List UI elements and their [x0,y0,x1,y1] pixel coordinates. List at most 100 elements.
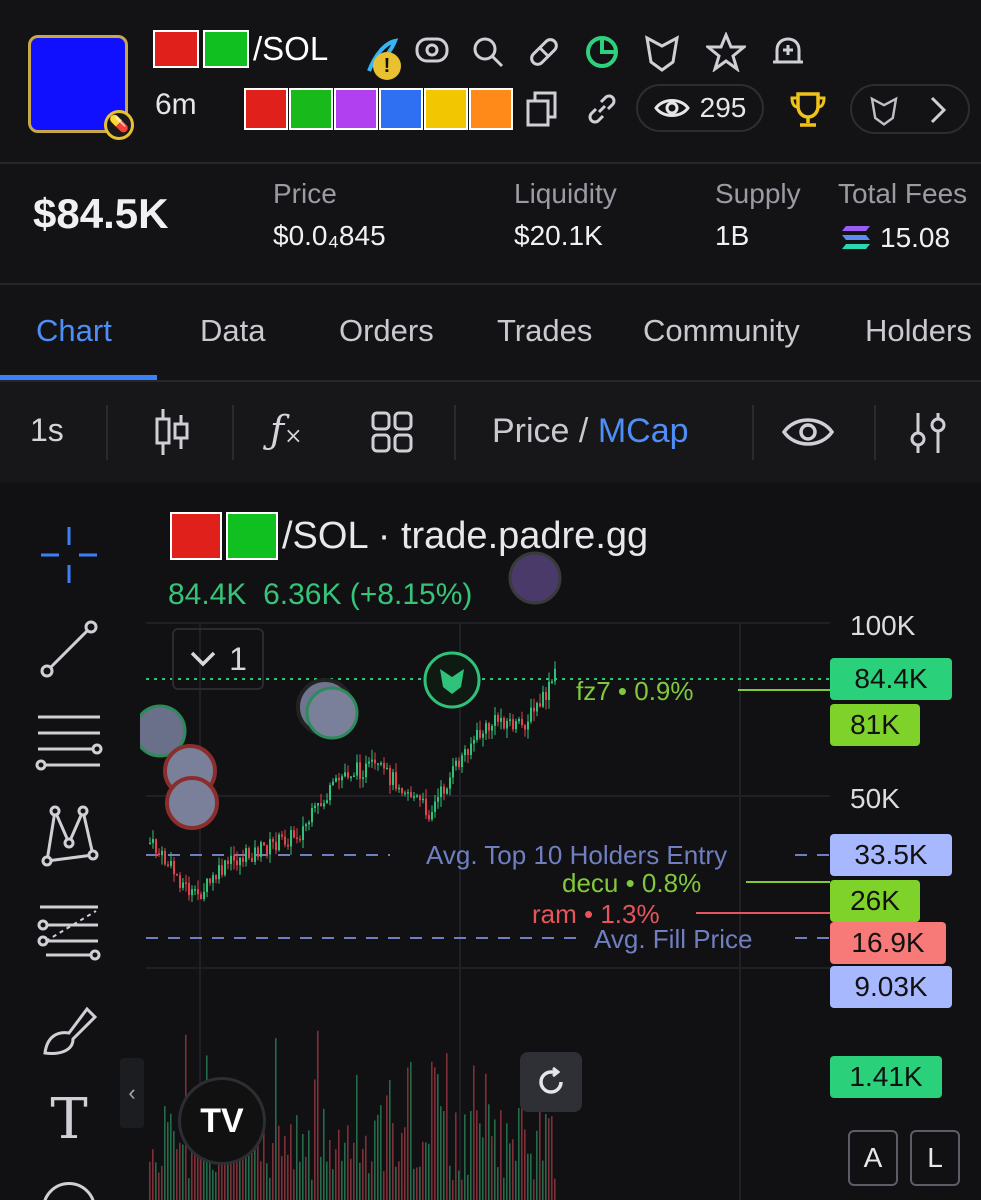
candle-body [269,839,271,855]
volume-bar [212,1169,214,1200]
log-scale-button[interactable]: L [910,1130,960,1186]
search-icon[interactable] [468,32,508,72]
tab-holders[interactable]: Holders [865,313,972,349]
candle-body [152,839,154,843]
volume-bar [389,1080,391,1200]
mcap-toggle[interactable]: MCap [598,412,689,450]
candle-body [497,714,499,722]
volume-bar [485,1073,487,1200]
auto-scale-button[interactable]: A [848,1130,898,1186]
volume-bar [161,1165,163,1200]
ohlc-readout: 84.4K 6.36K (+8.15%) [168,578,473,611]
candle-body [203,891,205,900]
watchers-pill[interactable]: 295 [636,84,764,132]
eye-icon [653,99,690,117]
palette-red [244,88,288,130]
volume-bar [200,1156,202,1200]
volume-bar [488,1104,490,1200]
candle-body [536,703,538,712]
star-icon[interactable] [704,30,748,74]
candle-body [413,796,415,798]
horizontal-lines-icon[interactable] [30,702,108,780]
pattern-tool-icon[interactable] [30,796,108,874]
volume-bar [158,1172,160,1200]
chart-title-text: /SOL · trade.padre.gg [282,514,649,557]
market-cap: $84.5K [33,190,169,237]
candle-body [407,792,409,794]
trophy-icon[interactable] [786,88,830,132]
settings-sliders-icon[interactable] [904,408,952,458]
candle-body [176,874,178,876]
eagle-icon[interactable] [640,30,684,74]
candle-body [488,723,490,731]
palette-strip [244,88,514,130]
candle-body [374,759,376,764]
text-tool-icon[interactable]: T [30,1080,108,1158]
candle-body [158,853,160,856]
candle-body [335,778,337,782]
candle-body [323,803,325,807]
candle-body [494,714,496,726]
candle-body [551,681,553,683]
price-value: $0.0₄845 [273,220,386,251]
candle-body [377,763,379,765]
candle-body [443,786,445,794]
candle-body [509,719,511,721]
candle-body [230,855,232,864]
volume-bar [323,1108,325,1200]
volume-bar [509,1143,511,1200]
pill-icon[interactable] [524,32,564,72]
pill-badge-icon: 💊 [104,110,134,140]
pie-chart-icon[interactable] [582,32,622,72]
candle-body [446,788,448,794]
volume-bar [530,1153,532,1200]
bell-plus-icon[interactable] [766,30,810,74]
fib-tool-icon[interactable] [30,890,108,968]
trend-line-icon[interactable] [30,610,108,688]
candle-body [434,801,436,812]
volume-bar [272,1143,274,1200]
price-mcap-toggle[interactable]: Price / MCap [492,412,689,451]
indicator-count: 1 [229,640,247,677]
palette-yellow [424,88,468,130]
chevron-right-icon[interactable] [924,92,952,128]
chart-title: /SOL · trade.padre.gg [170,512,648,560]
visibility-eye-icon[interactable] [780,410,836,454]
volume-bar [524,1129,526,1200]
title-color-green [226,512,278,560]
indicators-icon[interactable]: ƒ× [270,408,303,452]
tradingview-logo[interactable]: TV [178,1077,266,1165]
brush-icon[interactable] [30,990,108,1068]
volume-bar [149,1161,151,1200]
tab-data[interactable]: Data [200,313,265,349]
crosshair-icon[interactable] [30,516,108,594]
collapse-indicators-button[interactable]: 1 [172,628,264,690]
rank-pill[interactable] [850,84,970,134]
candles-icon[interactable] [148,406,196,458]
price-toggle[interactable]: Price [492,412,569,450]
candle-body [545,691,547,700]
interval-selector[interactable]: 1s [30,412,64,449]
candle-body [329,785,331,801]
copy-icon[interactable] [522,88,562,130]
candle-body [479,729,481,738]
tab-trades[interactable]: Trades [497,313,592,349]
volume-bar [380,1105,382,1200]
tab-orders[interactable]: Orders [339,313,434,349]
eagle-badge-icon [870,96,898,126]
reset-chart-button[interactable] [520,1052,582,1112]
chat-icon[interactable] [412,32,452,72]
tab-chart[interactable]: Chart [36,313,112,349]
candle-body [212,875,214,883]
candle-body [227,860,229,864]
candle-body [530,707,532,722]
volume-bar [455,1112,457,1200]
volume-bar [215,1171,217,1200]
palette-blue [379,88,423,130]
link-icon[interactable] [582,88,622,130]
tab-community[interactable]: Community [643,313,800,349]
layout-grid-icon[interactable] [370,410,414,454]
candle-body [401,787,403,794]
collapse-sidebar-chevron-icon[interactable]: ‹ [120,1058,144,1128]
volume-bar [506,1123,508,1200]
